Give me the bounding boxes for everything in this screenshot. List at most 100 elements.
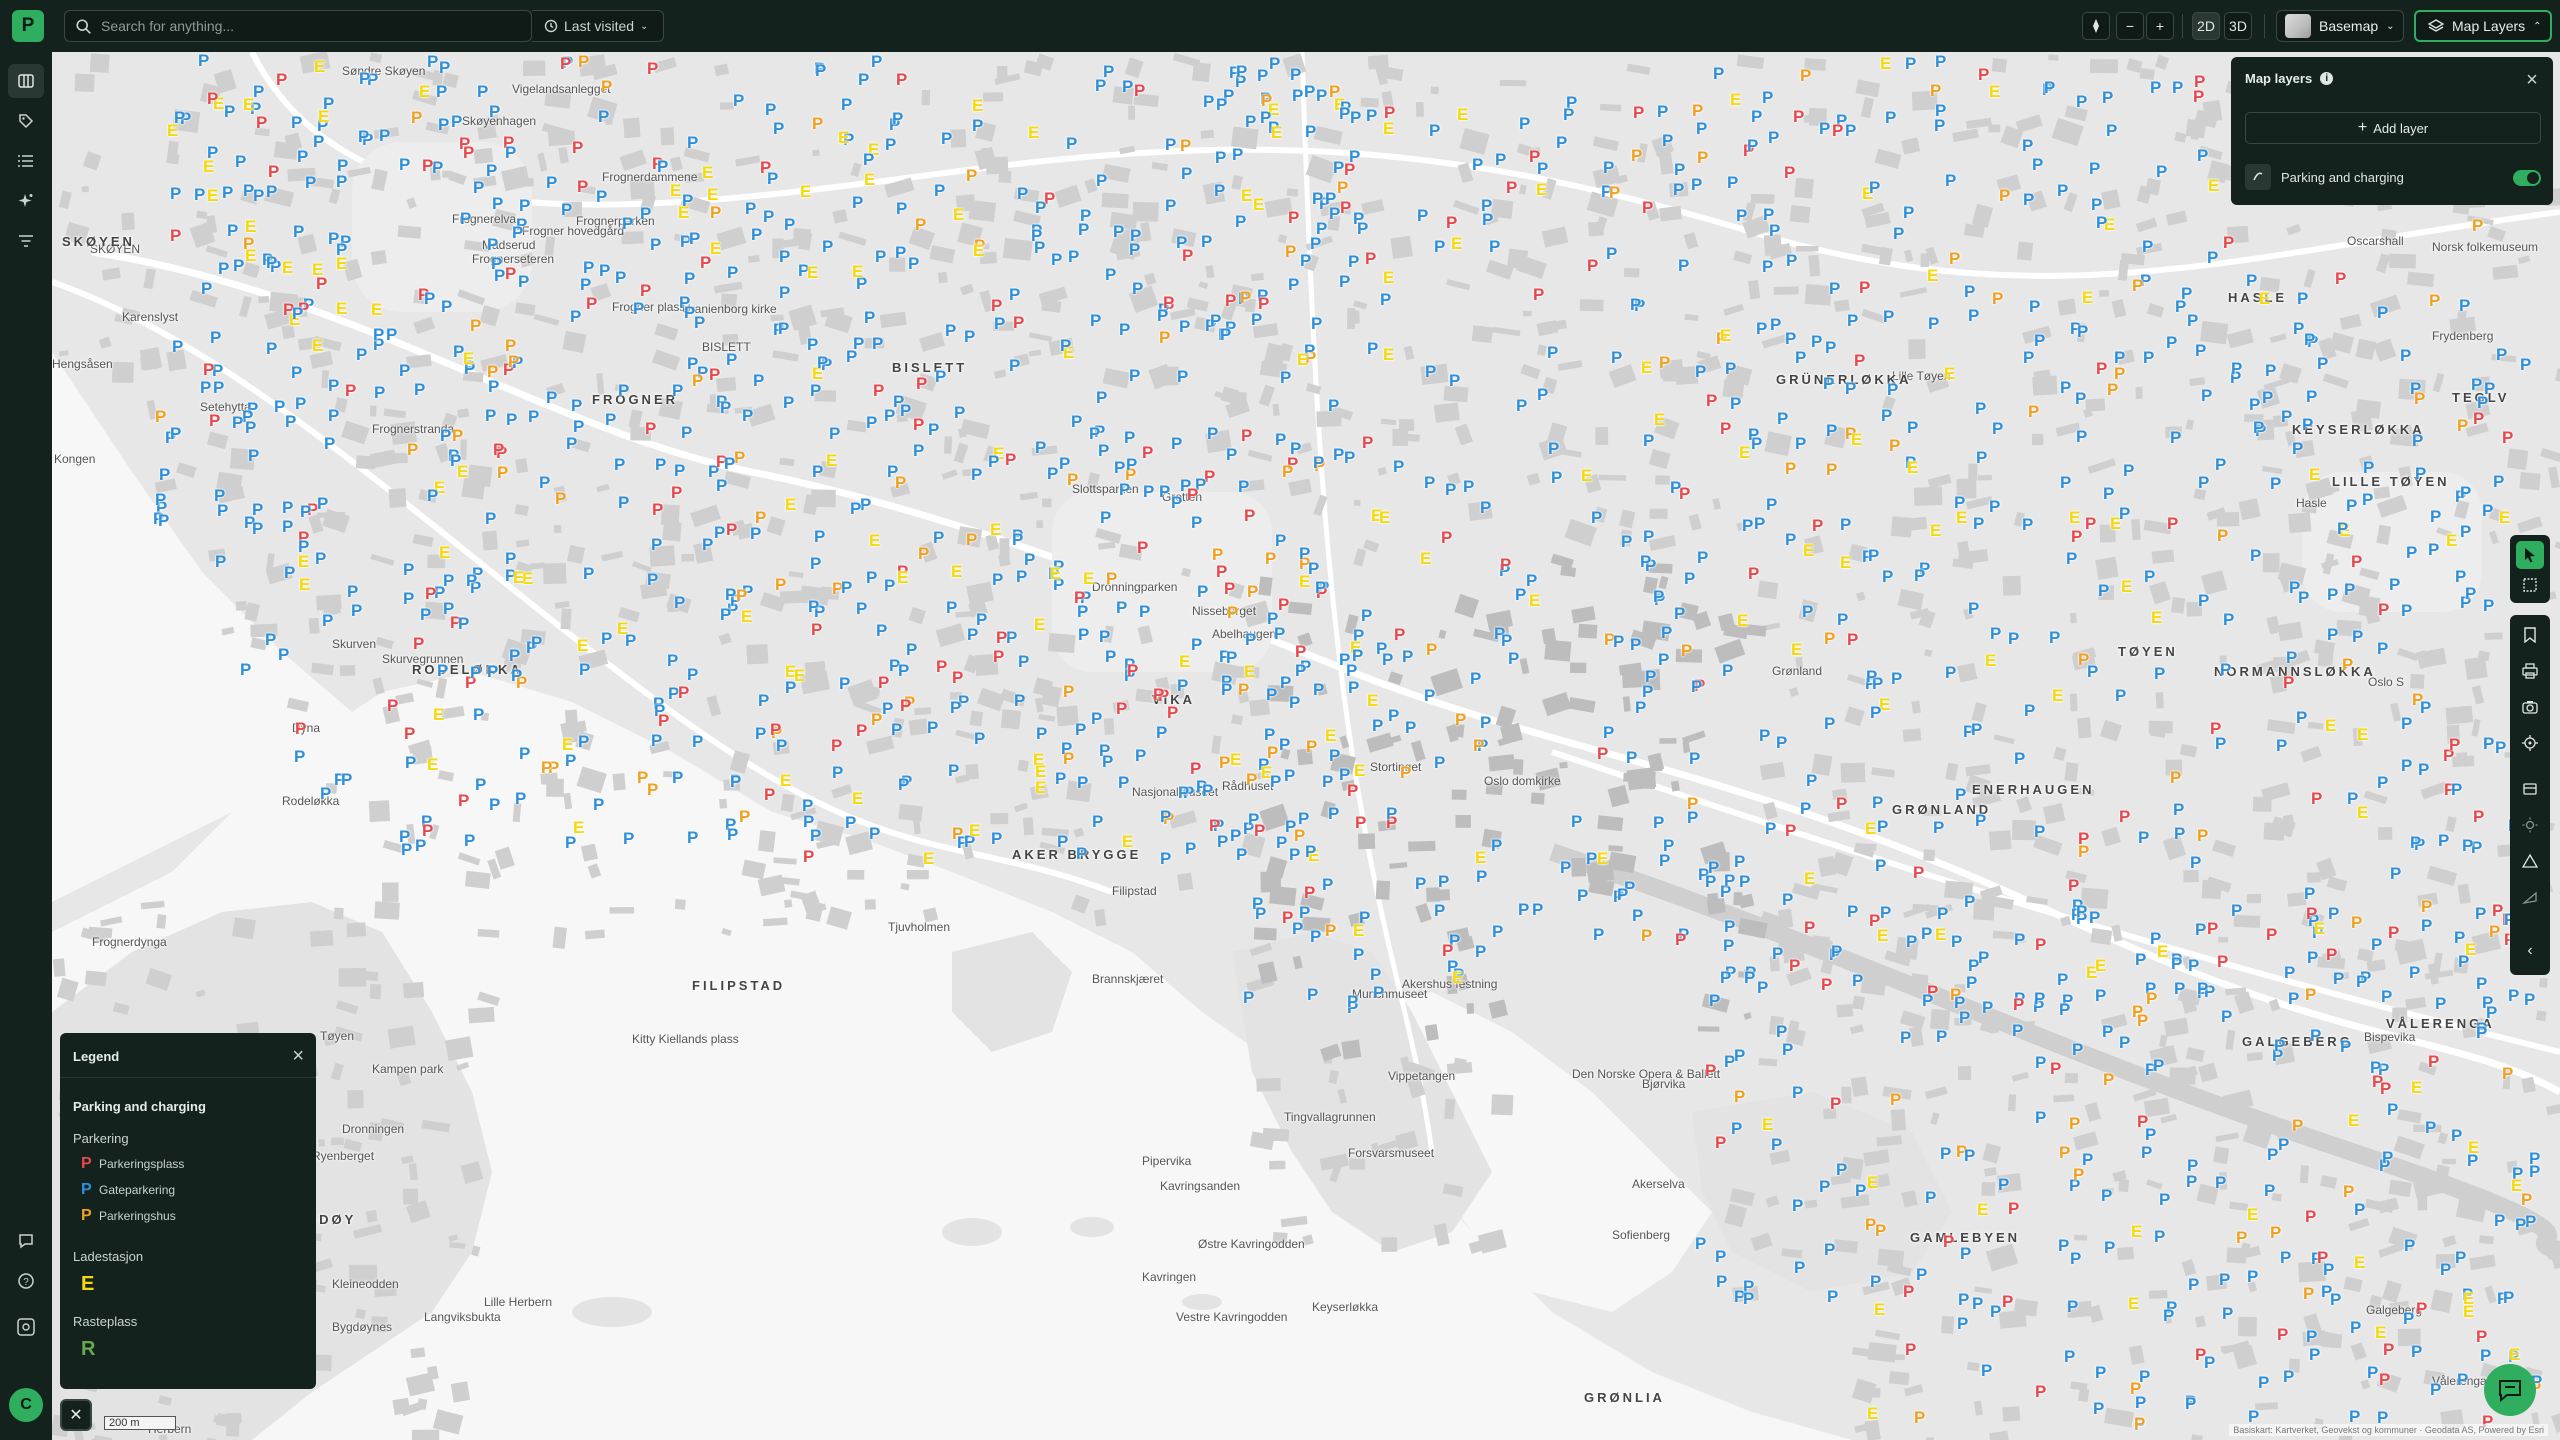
parking-marker[interactable]: P — [1548, 440, 1559, 457]
charging-station-marker[interactable]: E — [1230, 751, 1241, 768]
parking-marker[interactable]: P — [1066, 135, 1077, 152]
parking-marker[interactable]: P — [572, 139, 583, 156]
parking-marker[interactable]: P — [952, 669, 963, 686]
charging-station-marker[interactable]: E — [245, 218, 256, 235]
parking-marker[interactable]: P — [2089, 160, 2100, 177]
parking-marker[interactable]: P — [2135, 951, 2146, 968]
parking-marker[interactable]: P — [1784, 164, 1795, 181]
parking-marker[interactable]: P — [1641, 927, 1652, 944]
sun-button[interactable] — [2516, 811, 2544, 839]
parking-marker[interactable]: P — [1482, 211, 1493, 228]
parking-marker[interactable]: P — [1692, 102, 1703, 119]
parking-marker[interactable]: P — [1254, 822, 1265, 839]
parking-marker[interactable]: P — [2418, 761, 2429, 778]
parking-marker[interactable]: P — [1492, 923, 1503, 940]
parking-marker[interactable]: P — [839, 675, 850, 692]
parking-marker[interactable]: P — [1724, 872, 1735, 889]
parking-marker[interactable]: P — [716, 477, 727, 494]
parking-marker[interactable]: P — [2215, 1174, 2226, 1191]
parking-marker[interactable]: P — [2274, 1037, 2285, 1054]
parking-marker[interactable]: P — [1290, 66, 1301, 83]
parking-marker[interactable]: P — [486, 162, 497, 179]
parking-marker[interactable]: P — [1635, 699, 1646, 716]
parking-marker[interactable]: P — [1691, 678, 1702, 695]
parking-marker[interactable]: P — [2103, 1071, 2114, 1088]
charging-station-marker[interactable]: E — [2463, 1303, 2474, 1320]
parking-marker[interactable]: P — [1836, 795, 1847, 812]
charging-station-marker[interactable]: E — [1867, 1174, 1878, 1191]
parking-marker[interactable]: P — [224, 103, 235, 120]
parking-marker[interactable]: P — [1246, 771, 1257, 788]
parking-marker[interactable]: P — [1880, 904, 1891, 921]
parking-marker[interactable]: P — [2186, 1173, 2197, 1190]
parking-marker[interactable]: P — [2223, 234, 2234, 251]
parking-marker[interactable]: P — [1748, 565, 1759, 582]
parking-marker[interactable]: P — [1626, 749, 1637, 766]
parking-marker[interactable]: P — [2495, 739, 2506, 756]
parking-marker[interactable]: P — [1316, 220, 1327, 237]
parking-marker[interactable]: P — [1695, 1235, 1706, 1252]
view-3d-button[interactable]: 3D — [2224, 12, 2252, 40]
parking-marker[interactable]: P — [873, 382, 884, 399]
parking-marker[interactable]: P — [2486, 1004, 2497, 1021]
parking-marker[interactable]: P — [1606, 245, 1617, 262]
compass-button[interactable] — [2082, 12, 2110, 40]
parking-marker[interactable]: P — [320, 785, 331, 802]
parking-marker[interactable]: P — [1355, 814, 1366, 831]
charging-station-marker[interactable]: E — [1536, 181, 1547, 198]
parking-marker[interactable]: P — [1305, 843, 1316, 860]
parking-marker[interactable]: P — [1869, 179, 1880, 196]
charging-station-marker[interactable]: E — [314, 58, 325, 75]
parking-marker[interactable]: P — [1424, 474, 1435, 491]
parking-marker[interactable]: P — [2288, 990, 2299, 1007]
parking-marker[interactable]: P — [1275, 532, 1286, 549]
parking-marker[interactable]: P — [1257, 67, 1268, 84]
parking-marker[interactable]: P — [1333, 159, 1344, 176]
parking-marker[interactable]: P — [2064, 1348, 2075, 1365]
parking-marker[interactable]: P — [2483, 597, 2494, 614]
parking-marker[interactable]: P — [2289, 579, 2300, 596]
add-layer-button[interactable]: + Add layer — [2245, 112, 2541, 144]
parking-marker[interactable]: P — [2381, 988, 2392, 1005]
parking-marker[interactable]: P — [2002, 1293, 2013, 1310]
parking-marker[interactable]: P — [1968, 957, 1979, 974]
parking-marker[interactable]: P — [1224, 580, 1235, 597]
parking-marker[interactable]: P — [1845, 122, 1856, 139]
parking-marker[interactable]: P — [687, 134, 698, 151]
charging-station-marker[interactable]: E — [951, 563, 962, 580]
parking-marker[interactable]: P — [300, 503, 311, 520]
parking-marker[interactable]: P — [374, 384, 385, 401]
parking-marker[interactable]: P — [2068, 877, 2079, 894]
parking-marker[interactable]: P — [1191, 514, 1202, 531]
parking-marker[interactable]: P — [860, 496, 871, 513]
parking-marker[interactable]: P — [2340, 1038, 2351, 1055]
parking-marker[interactable]: P — [2034, 990, 2045, 1007]
parking-marker[interactable]: P — [810, 382, 821, 399]
parking-marker[interactable]: P — [869, 825, 880, 842]
parking-marker[interactable]: P — [298, 538, 309, 555]
parking-marker[interactable]: P — [1163, 294, 1174, 311]
parking-marker[interactable]: P — [672, 382, 683, 399]
parking-marker[interactable]: P — [1744, 969, 1755, 986]
parking-marker[interactable]: P — [1349, 148, 1360, 165]
parking-marker[interactable]: P — [1009, 357, 1020, 374]
parking-marker[interactable]: P — [2024, 702, 2035, 719]
parking-marker[interactable]: P — [803, 848, 814, 865]
charging-station-marker[interactable]: E — [1383, 120, 1394, 137]
parking-marker[interactable]: P — [328, 377, 339, 394]
parking-marker[interactable]: P — [1847, 312, 1858, 329]
parking-marker[interactable]: P — [266, 254, 277, 271]
parking-marker[interactable]: P — [506, 411, 517, 428]
parking-marker[interactable]: P — [1827, 1288, 1838, 1305]
parking-marker[interactable]: P — [2317, 1249, 2328, 1266]
charging-station-marker[interactable]: E — [282, 259, 293, 276]
parking-marker[interactable]: P — [1887, 381, 1898, 398]
parking-marker[interactable]: P — [2198, 474, 2209, 491]
parking-marker[interactable]: P — [775, 576, 786, 593]
parking-marker[interactable]: P — [1734, 1047, 1745, 1064]
parking-marker[interactable]: P — [1127, 662, 1138, 679]
charging-station-marker[interactable]: E — [2511, 1177, 2522, 1194]
charging-station-marker[interactable]: E — [1737, 612, 1748, 629]
parking-marker[interactable]: P — [1475, 943, 1486, 960]
charging-station-marker[interactable]: E — [2131, 1223, 2142, 1240]
